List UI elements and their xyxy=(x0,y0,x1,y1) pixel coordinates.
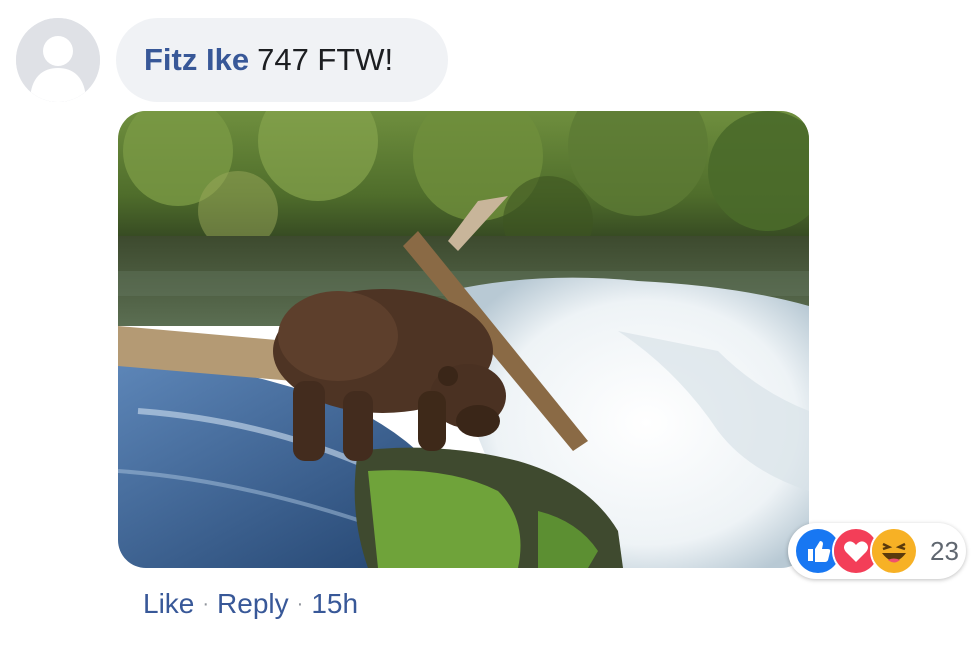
separator-dot: · xyxy=(202,592,210,615)
bear-waterfall-image xyxy=(118,111,809,568)
reactions-summary[interactable]: 23 xyxy=(788,523,966,579)
comment-actions: Like · Reply · 15h xyxy=(143,586,358,622)
reply-button[interactable]: Reply xyxy=(217,588,289,620)
comment-author-link[interactable]: Fitz Ike xyxy=(144,42,249,78)
avatar[interactable] xyxy=(16,18,100,102)
haha-icon xyxy=(870,527,918,575)
comment-bubble: Fitz Ike 747 FTW! xyxy=(116,18,448,102)
reaction-count: 23 xyxy=(930,535,959,566)
like-button[interactable]: Like xyxy=(143,588,194,620)
default-avatar-icon xyxy=(16,18,100,102)
separator-dot: · xyxy=(296,592,304,615)
timestamp-link[interactable]: 15h xyxy=(311,588,358,620)
comment-text: 747 FTW! xyxy=(257,42,394,77)
comment-photo[interactable] xyxy=(118,111,809,568)
